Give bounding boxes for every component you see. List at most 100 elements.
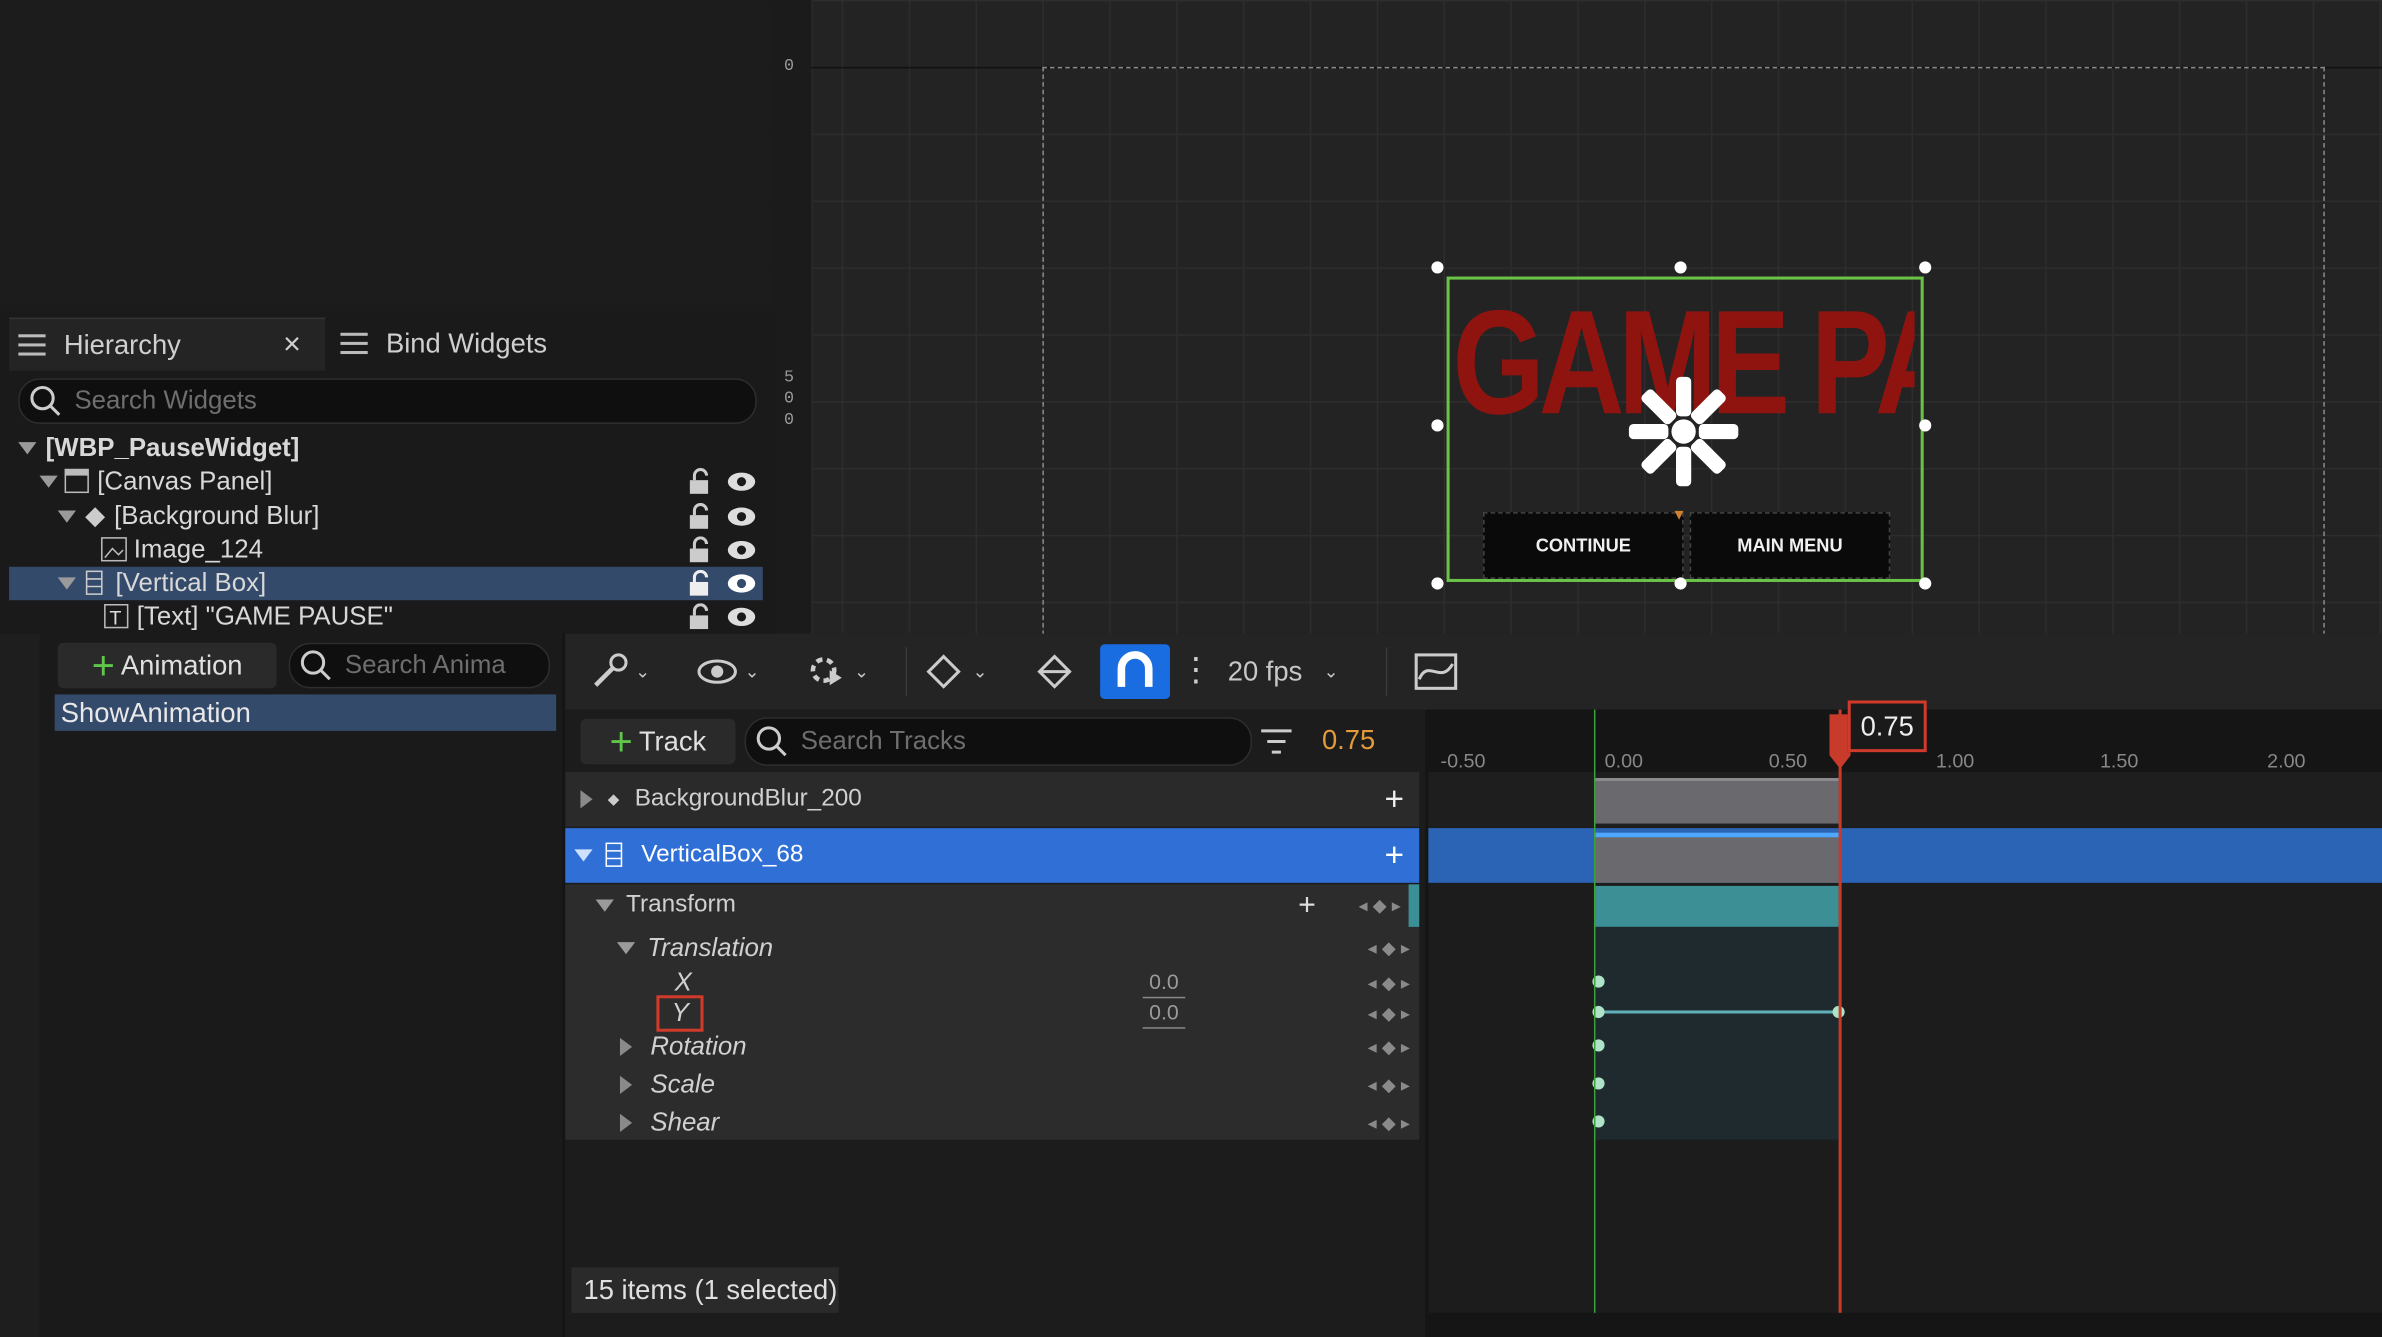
add-animation-button[interactable]: + Animation [57,641,277,689]
ruler-tick: 0.00 [1604,749,1644,772]
add-key-plus-icon[interactable]: + [1384,836,1404,876]
view-dropdown[interactable]: ⌄ [696,649,760,695]
track-label: Scale [650,1069,715,1099]
tree-item-label: [Canvas Panel] [97,466,273,496]
current-time-field[interactable]: 0.75 [1322,725,1375,757]
canvas-panel-icon [64,468,89,494]
eye-icon [697,659,737,684]
widget-search-input[interactable]: Search Widgets [18,378,757,424]
curve-editor-button[interactable] [1413,649,1459,695]
resize-handle[interactable] [1431,577,1444,590]
expand-icon [39,475,58,488]
animation-search-input[interactable]: Search Anima [288,642,551,689]
ruler-tick: -0.50 [1440,749,1486,772]
snap-toggle[interactable] [1100,644,1171,699]
tree-item-root[interactable]: [WBP_PauseWidget] [9,432,763,465]
key-navigation[interactable]: ◂ ◆ ▸ [1368,1074,1410,1095]
resize-handle[interactable] [1431,261,1444,274]
add-key-plus-icon[interactable]: + [1384,780,1404,820]
fps-dropdown[interactable]: 20 fps ⌄ [1228,649,1339,695]
row-controls [687,502,757,530]
tree-item-vertical-box[interactable]: [Vertical Box] [9,566,763,601]
search-placeholder: Search Anima [344,650,506,680]
hierarchy-panel: Hierarchy × Bind Widgets Search Widgets … [0,311,775,634]
track-translation[interactable]: Translation ◂ ◆ ▸ [565,930,1419,966]
expand-icon [595,899,614,912]
eye-icon[interactable] [726,468,756,495]
track-scale[interactable]: Scale ◂ ◆ ▸ [565,1067,1419,1103]
continue-button[interactable]: CONTINUE [1483,512,1684,579]
tree-item-text[interactable]: T [Text] "GAME PAUSE" [9,600,763,633]
unlock-icon[interactable] [687,536,714,563]
more-options-icon[interactable]: ⋮ [1179,647,1212,693]
translation-x-value[interactable]: 0.0 [1142,969,1186,999]
key-options-dropdown[interactable]: ⌄ [924,649,988,695]
playhead[interactable] [1838,709,1842,1337]
tree-item-canvas-panel[interactable]: [Canvas Panel] [9,465,763,498]
ruler-label: 0 [784,57,795,76]
tab-bind-widgets[interactable]: Bind Widgets [334,318,638,370]
unlock-icon[interactable] [687,468,714,495]
tab-hierarchy[interactable]: Hierarchy × [9,317,326,371]
track-translation-y[interactable]: Y ◂ ◆ ▸ [565,995,1419,1032]
eye-icon[interactable] [726,536,756,563]
timeline-row-vbox [1428,828,2382,883]
close-icon[interactable]: × [283,327,301,362]
chevron-down-icon: ⌄ [972,660,988,683]
resize-handle[interactable] [1919,577,1932,590]
add-animation-label: Animation [120,649,243,680]
tab-bind-widgets-label: Bind Widgets [385,327,548,358]
keyframe-area [1595,926,1839,1140]
track-background-blur[interactable]: ◆ BackgroundBlur_200 + [565,771,1420,827]
title-area: GAME PAUSE [1450,280,1915,508]
ruler-tick: 0.50 [1768,749,1808,772]
expand-icon [18,442,37,455]
resize-handle[interactable] [1674,261,1687,274]
resize-handle[interactable] [1431,419,1444,432]
add-track-button[interactable]: + Track [580,718,736,765]
key-navigation[interactable]: ◂ ◆ ▸ [1368,1036,1410,1057]
expand-icon [619,1037,633,1057]
unlock-icon[interactable] [687,569,714,597]
eye-icon[interactable] [726,503,756,530]
eye-icon[interactable] [726,570,756,597]
section-bar-vbox[interactable] [1595,832,1839,883]
image-icon [101,537,127,562]
expand-icon [619,1075,633,1095]
tree-item-background-blur[interactable]: ◆ [Background Blur] [9,500,763,533]
selected-widget-vertical-box[interactable]: GAME PAUSE CONTINUE MAIN MENU ▼ [1446,276,1924,582]
tools-dropdown[interactable]: ⌄ [590,649,650,695]
key-navigation[interactable]: ◂ ◆ ▸ [1368,1003,1410,1024]
section-bar-transform[interactable] [1595,885,1839,927]
section-bar-bgblur[interactable] [1595,777,1839,824]
key-interpolation-button[interactable] [1033,649,1076,695]
resize-handle[interactable] [1919,419,1932,432]
unlock-icon[interactable] [687,502,714,530]
track-search-input[interactable]: Search Tracks [744,717,1253,766]
resize-handle[interactable] [1919,261,1932,274]
expand-icon [580,790,593,809]
translation-y-value[interactable]: 0.0 [1142,1000,1186,1029]
key-navigation[interactable]: ◂ ◆ ▸ [1368,972,1410,993]
track-rotation[interactable]: Rotation ◂ ◆ ▸ [565,1029,1419,1065]
resize-handle[interactable] [1674,577,1687,590]
track-transform[interactable]: Transform + ◂ ◆ ▸ [565,887,1419,923]
unlock-icon[interactable] [687,603,714,630]
track-shear[interactable]: Shear ◂ ◆ ▸ [565,1105,1419,1141]
key-navigation[interactable]: ◂ ◆ ▸ [1359,895,1401,916]
tree-item-image[interactable]: Image_124 [9,533,763,566]
add-key-plus-icon[interactable]: + [1298,888,1316,923]
toolbar-divider [905,647,908,696]
filter-icon[interactable] [1258,726,1294,756]
keyframe-icon [1037,654,1072,689]
animation-item[interactable]: ShowAnimation [54,694,557,731]
track-vertical-box[interactable]: VerticalBox_68 + [565,828,1420,883]
playback-start-marker[interactable] [1593,709,1596,1337]
key-navigation[interactable]: ◂ ◆ ▸ [1368,938,1410,959]
main-menu-button[interactable]: MAIN MENU [1689,512,1891,579]
plus-icon: + [91,641,115,688]
playback-options-dropdown[interactable]: ⌄ [805,649,869,695]
diamond-icon: ◆ [607,790,620,808]
eye-icon[interactable] [726,603,756,630]
key-navigation[interactable]: ◂ ◆ ▸ [1368,1112,1410,1133]
